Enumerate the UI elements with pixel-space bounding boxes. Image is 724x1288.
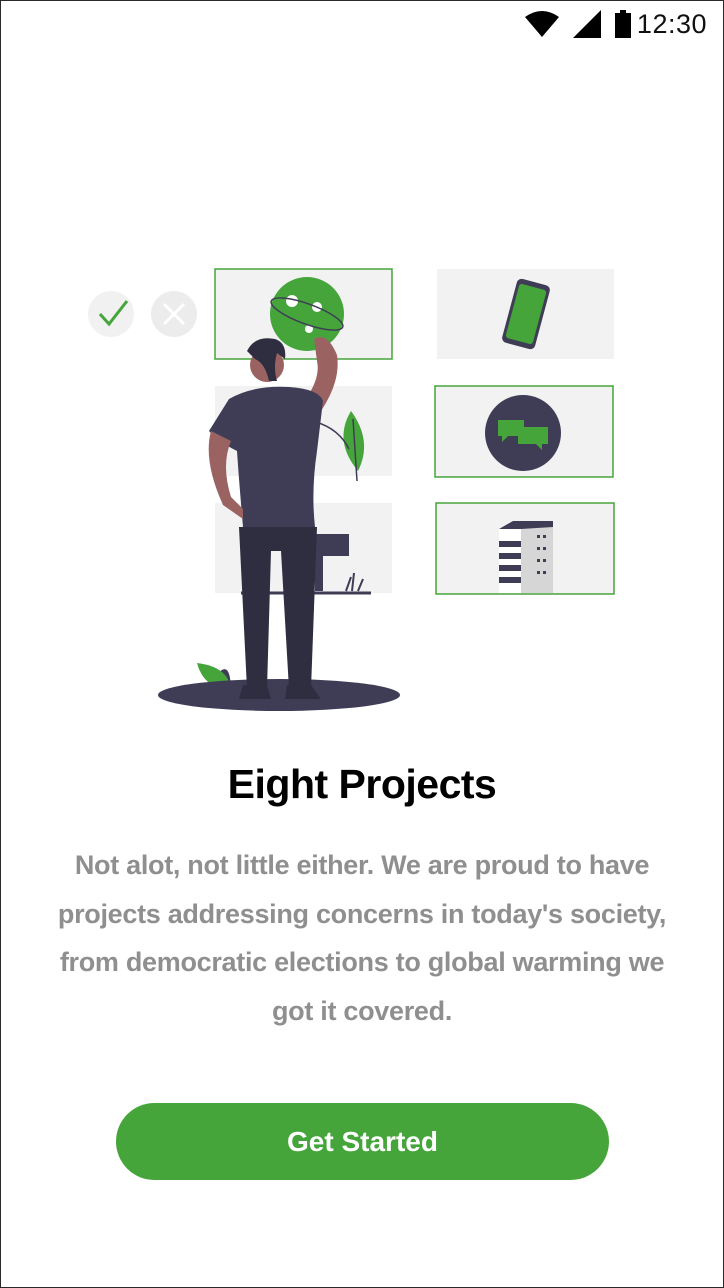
page-description: Not alot, not little either. We are prou… <box>57 850 667 1026</box>
status-icons <box>524 10 631 38</box>
cross-badge <box>151 291 197 337</box>
get-started-button[interactable]: Get Started <box>116 1103 609 1180</box>
person-choosing-projects-illustration <box>88 268 615 711</box>
page-title: Eight Projects <box>227 761 497 807</box>
ground-shadow <box>158 679 400 711</box>
building-icon <box>499 521 553 593</box>
battery-icon <box>614 10 631 38</box>
wifi-icon <box>524 11 559 37</box>
status-time: 12:30 <box>636 8 707 39</box>
chat-icon <box>485 395 561 471</box>
phone-screen: 12:30 Eight Projects Not alot, not littl… <box>0 0 724 1288</box>
check-badge <box>88 291 134 337</box>
cellular-signal-icon <box>572 10 601 38</box>
status-bar: 12:30 <box>1 1 723 47</box>
